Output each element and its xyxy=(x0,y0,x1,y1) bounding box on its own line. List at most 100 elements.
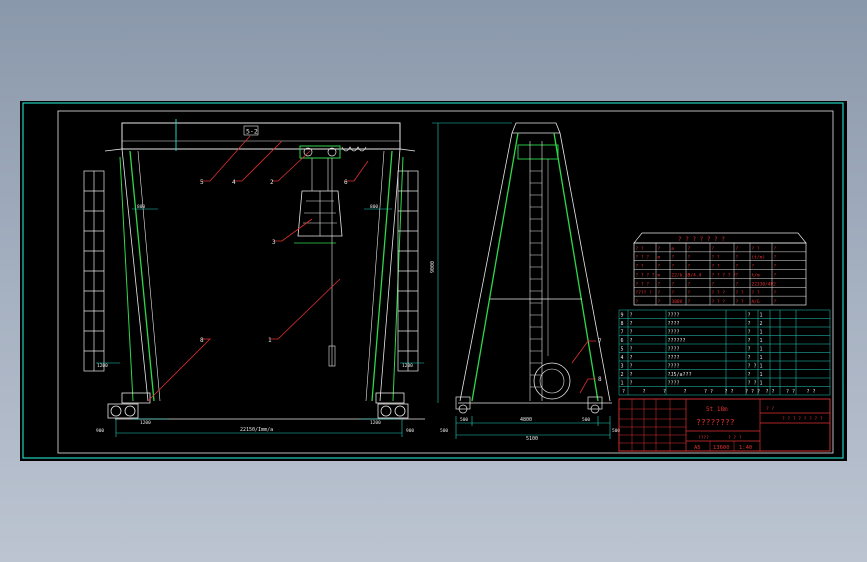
parts-cell: ? xyxy=(748,338,751,344)
parts-cell: ???? xyxy=(668,381,680,387)
side-leg-right-outer xyxy=(559,132,611,402)
side-dim-foot-right: 500 xyxy=(582,417,590,423)
parts-cell: ? xyxy=(630,313,633,319)
spec-cell: ? xyxy=(752,264,755,270)
spec-cell: ? xyxy=(688,264,691,270)
parts-cell: ? xyxy=(748,355,751,361)
dim-leg-left: 1200 xyxy=(97,363,108,369)
spec-cell: ? ? ? xyxy=(636,255,650,261)
right-wheel-assembly xyxy=(375,392,409,419)
callout-1: 1 xyxy=(268,337,272,344)
parts-cell: ? ? xyxy=(748,381,757,387)
title-scale-label: ???? xyxy=(698,435,709,441)
spec-cell: ? xyxy=(736,272,739,278)
dim-foot-right: 900 xyxy=(406,428,414,434)
title-spec: 5t 18m xyxy=(706,406,728,413)
parts-cell: 2 xyxy=(760,321,763,327)
spec-cell: ? xyxy=(736,246,739,252)
side-dim-base-total: 5100 xyxy=(526,436,538,442)
spec-cell: ? ? xyxy=(752,246,760,252)
parts-header-cell: ? ? xyxy=(766,389,775,395)
top-girder xyxy=(121,122,401,150)
spec-table-grid: ? ?? m???? ??? ? ? m??? ?? (t/m)?? ????? ??… xyxy=(634,243,806,305)
spec-cell: ? ? xyxy=(736,299,744,305)
spec-cell: ? xyxy=(774,246,777,252)
parts-cell: ? xyxy=(630,372,633,378)
spec-cell: ? ? ? xyxy=(636,281,650,287)
dim-beam-left: 800 xyxy=(137,204,145,210)
parts-cell: 1 xyxy=(760,347,763,353)
parts-header-cell: ? xyxy=(622,389,625,395)
spec-cell: 380V xyxy=(672,299,683,305)
spec-cell: ? xyxy=(774,264,777,270)
spec-cell: ? ? ? ? xyxy=(636,272,655,278)
spec-table-title: ? ? ? ? ? ? ? xyxy=(678,236,725,243)
parts-header-cell: ? ? ? xyxy=(745,389,760,395)
spec-cell: ? xyxy=(672,255,675,261)
parts-cell: 1 xyxy=(760,330,763,336)
callout-5: 5 xyxy=(200,179,204,186)
side-dimensions xyxy=(432,122,611,439)
spec-cell: ? ? xyxy=(636,246,644,252)
spec-cell: 22330/4P2 xyxy=(752,281,777,287)
left-ladder-cage xyxy=(83,170,105,372)
callout-2: 2 xyxy=(270,179,274,186)
parts-cell: ? xyxy=(630,338,633,344)
parts-cell: 9 xyxy=(621,313,624,319)
parts-cell: ? xyxy=(630,381,633,387)
parts-cell: ???? xyxy=(668,347,680,353)
parts-cell: 2 xyxy=(621,372,624,378)
parts-cell: 1 xyxy=(760,372,763,378)
parts-cell: ? xyxy=(630,347,633,353)
outer-frame xyxy=(22,102,844,459)
parts-cell: ? xyxy=(630,364,633,370)
parts-cell: 3 xyxy=(621,364,624,370)
inner-frame xyxy=(57,110,834,454)
spec-cell: ? xyxy=(774,255,777,261)
side-leg-left-outer xyxy=(459,132,513,402)
parts-header-cell: ? ? xyxy=(807,389,816,395)
side-leg-left xyxy=(471,132,519,402)
parts-header-cell: ? ? xyxy=(704,389,713,395)
spec-cell: ? xyxy=(688,281,691,287)
dim-wheel-right: 1200 xyxy=(370,420,381,426)
parts-list: 9?????? 18?????? 27?????? 16???????? 15?????… xyxy=(618,309,831,396)
spec-cell: m xyxy=(672,247,675,252)
parts-cell: ? xyxy=(748,330,751,336)
trolley xyxy=(299,145,367,159)
spec-cell: ? xyxy=(736,264,739,270)
parts-header-cell: ? ? xyxy=(786,389,795,395)
spec-cell: ? ? xyxy=(752,290,760,296)
parts-cell: ? xyxy=(748,313,751,319)
spec-cell: ? xyxy=(688,299,691,305)
spec-cell: ? ? xyxy=(736,290,744,296)
parts-cell: 7 xyxy=(621,330,624,336)
spec-cell: ? ? xyxy=(712,255,720,261)
side-leg-right xyxy=(553,132,599,402)
spec-cell: ? xyxy=(736,255,739,261)
side-callout-7: 7 xyxy=(598,338,602,345)
parts-cell: 1 xyxy=(760,313,763,319)
spec-cell: ? xyxy=(658,246,661,252)
side-ladder xyxy=(530,170,542,388)
parts-cell: ? xyxy=(630,355,633,361)
dim-leg-right: 1200 xyxy=(402,363,413,369)
parts-cell: ? xyxy=(630,330,633,336)
spec-cell: ? xyxy=(688,272,691,278)
parts-cell: 1 xyxy=(621,381,624,387)
spec-cell: ? xyxy=(774,272,777,278)
spec-cell: ? xyxy=(658,264,661,270)
parts-cell: ? xyxy=(748,321,751,327)
parts-cell: ? xyxy=(748,347,751,353)
spec-cell: ? ? ? xyxy=(712,290,726,296)
dim-foot-left: 900 xyxy=(96,428,104,434)
spec-cell: ? xyxy=(672,281,675,287)
parts-header-cell: ? ? xyxy=(725,389,734,395)
spec-cell: ? xyxy=(688,255,691,261)
spec-cell: t/m xyxy=(752,272,760,278)
spec-cell: ? xyxy=(712,281,715,287)
parts-cell: 1 xyxy=(760,364,763,370)
spec-cell: ???? ? xyxy=(636,290,653,296)
parts-cell: 1 xyxy=(760,355,763,361)
side-top-frame xyxy=(511,122,561,134)
